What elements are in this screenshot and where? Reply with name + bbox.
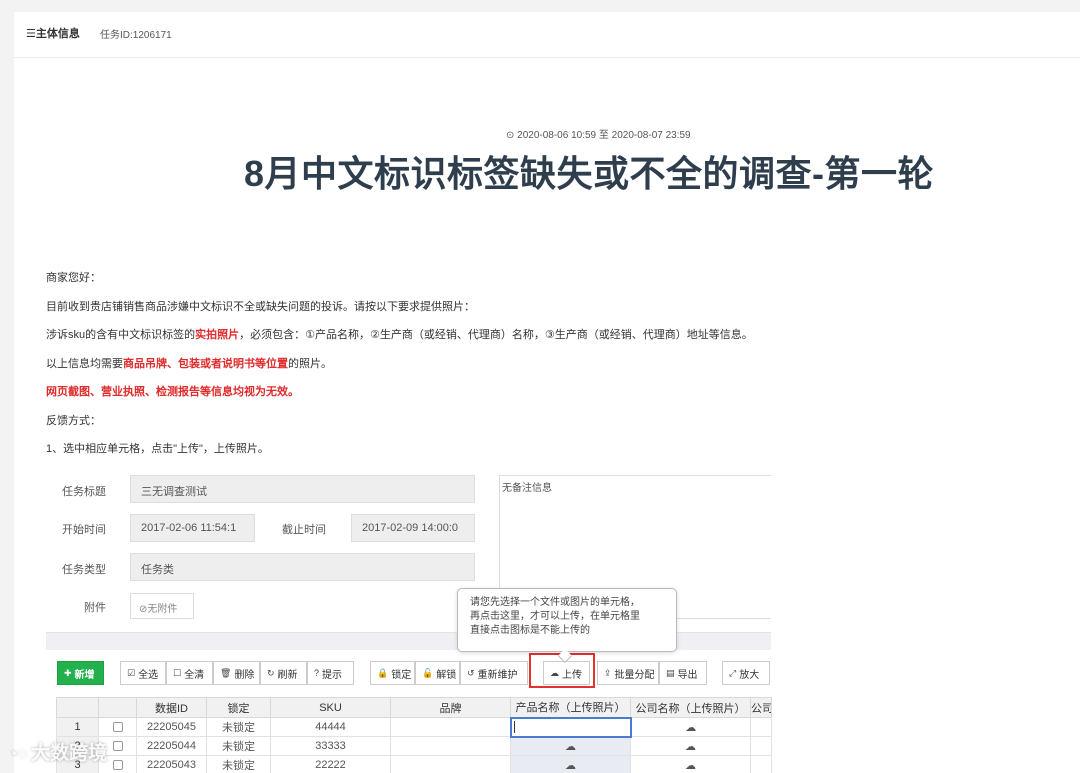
cloud-upload-icon[interactable]: ☁ [685,722,696,734]
feedback-heading: 反馈方式： [46,415,101,427]
row-checkbox[interactable] [98,717,137,737]
cloud-upload-icon[interactable]: ☁ [565,760,576,772]
cell-brand[interactable] [390,755,511,773]
section-title: ☰主体信息 [26,28,80,40]
col-header-sku[interactable]: SKU [270,697,391,718]
cell-extra[interactable] [750,755,772,773]
col-header-lock[interactable]: 锁定 [206,697,271,718]
cell-sku[interactable]: 22222 [270,755,391,773]
col-header-product-name[interactable]: 产品名称（上传照片） [510,697,631,718]
expand-icon: ⤢ [729,667,737,678]
add-button[interactable]: ✚ 新增 [57,661,104,685]
tooltip-line-1: 请您先选择一个文件或图片的单元格， [470,597,640,608]
cell-data-id[interactable]: 22205044 [136,736,207,756]
notice-line-1: 目前收到贵店铺销售商品涉嫌中文标识不全或缺失问题的投诉。请按以下要求提供照片： [46,301,475,313]
col-header-company-more[interactable]: 公司 [750,697,772,718]
export-button[interactable]: ▤ 导出 [659,661,707,685]
tooltip-line-2: 再点击这里，才可以上传，在单元格里 [470,611,640,622]
lock-button[interactable]: 🔒 锁定 [370,661,415,685]
clear-all-button[interactable]: ☐ 全清 [166,661,213,685]
feedback-step-1: 1、选中相应单元格，点击"上传"，上传照片。 [46,443,269,455]
row-number: 1 [56,717,99,737]
end-time-field[interactable]: 2017-02-09 14:00:0 [351,514,475,542]
remaintain-button[interactable]: ↺ 重新维护 [460,661,528,685]
question-icon: ? [314,668,320,678]
start-time-label: 开始时间 [62,524,106,536]
watermark: ◔◌ 大数跨境 [8,743,108,764]
unlock-button[interactable]: 🔓 解锁 [415,661,460,685]
task-type-field[interactable]: 任务类 [130,553,475,581]
plus-icon: ✚ [64,667,72,678]
cell-data-id[interactable]: 22205045 [136,717,207,737]
lock-icon: 🔒 [377,667,389,678]
undo-icon: ↺ [467,667,475,678]
tooltip-line-3: 直接点击图标是不能上传的 [470,625,590,636]
table-row[interactable]: 3 22205043 未锁定 22222 ☁ ☁ [56,755,772,773]
cell-lock[interactable]: 未锁定 [206,736,271,756]
batch-assign-button[interactable]: ⇪ 批量分配 [597,661,659,685]
delete-button[interactable]: 🗑 删除 [213,661,260,685]
panel-header: ☰主体信息 任务ID:1206171 [14,12,1080,58]
col-header-brand[interactable]: 品牌 [390,697,511,718]
task-id: 任务ID:1206171 [100,30,172,41]
refresh-icon: ↻ [267,667,275,678]
file-export-icon: ▤ [666,667,675,678]
cell-company-photo[interactable]: ☁ [630,755,751,773]
task-title-field[interactable]: 三无调查测试 [130,475,475,503]
watermark-logo-icon: ◔◌ [8,746,28,763]
cell-company-photo[interactable]: ☁ [630,736,751,756]
date-range: ⊙ 2020-08-06 10:59 至 2020-08-07 23:59 [506,130,691,141]
end-time-label: 截止时间 [282,524,326,536]
cell-brand[interactable] [390,717,511,737]
data-grid: 数据ID 锁定 SKU 品牌 产品名称（上传照片） 公司名称（上传照片） 公司 … [56,697,772,773]
table-row[interactable]: 2 22205044 未锁定 33333 ☁ ☁ [56,736,772,756]
task-title-label: 任务标题 [62,486,106,498]
select-all-button[interactable]: ☑ 全选 [120,661,166,685]
cell-brand[interactable] [390,736,511,756]
unlock-icon: 🔓 [422,667,434,678]
cell-product-photo[interactable]: ☁ [510,736,631,756]
cell-lock[interactable]: 未锁定 [206,755,271,773]
cloud-upload-icon[interactable]: ☁ [685,760,696,772]
cell-product-photo[interactable]: ☁ [510,755,631,773]
cell-sku[interactable]: 44444 [270,717,391,737]
table-row[interactable]: 1 22205045 未锁定 44444 ☁ [56,716,772,738]
share-icon: ⇪ [604,667,612,678]
page-title: 8月中文标识标签缺失或不全的调查-第一轮 [244,153,935,194]
cell-data-id[interactable]: 22205043 [136,755,207,773]
trash-icon: 🗑 [220,667,232,678]
cell-sku[interactable]: 33333 [270,736,391,756]
start-time-field[interactable]: 2017-02-06 11:54:1 [130,514,255,542]
zoom-button[interactable]: ⤢ 放大 [722,661,770,685]
cell-lock[interactable]: 未锁定 [206,717,271,737]
attachment-label: 附件 [84,602,106,614]
col-header-company-name[interactable]: 公司名称（上传照片） [630,697,751,718]
greeting: 商家您好： [46,272,101,284]
cell-extra[interactable] [750,736,772,756]
notice-line-2: 涉诉sku的含有中文标识标签的实拍照片，必须包含：①产品名称，②生产商（或经销、… [46,329,753,341]
cloud-upload-icon[interactable]: ☁ [685,741,696,753]
upload-tooltip: 请您先选择一个文件或图片的单元格， 再点击这里，才可以上传，在单元格里 直接点击… [457,588,677,652]
notice-line-4: 网页截图、营业执照、检测报告等信息均视为无效。 [46,386,299,398]
task-type-label: 任务类型 [62,564,106,576]
col-header-check [98,697,137,718]
grid-header-row: 数据ID 锁定 SKU 品牌 产品名称（上传照片） 公司名称（上传照片） 公司 [56,697,772,718]
cell-product-photo-selected[interactable] [509,716,632,738]
refresh-button[interactable]: ↻ 刷新 [260,661,307,685]
cloud-upload-icon[interactable]: ☁ [565,741,576,753]
col-header-data-id[interactable]: 数据ID [136,697,207,718]
col-header-rownum [56,697,99,718]
square-icon: ☐ [173,667,182,678]
hint-button[interactable]: ? 提示 [307,661,354,685]
check-square-icon: ☑ [127,667,136,678]
notice-line-3: 以上信息均需要商品吊牌、包装或者说明书等位置的照片。 [46,358,332,370]
cell-extra[interactable] [750,717,772,737]
attachment-field[interactable]: ⊘无附件 [130,593,194,619]
cell-company-photo[interactable]: ☁ [630,717,751,737]
